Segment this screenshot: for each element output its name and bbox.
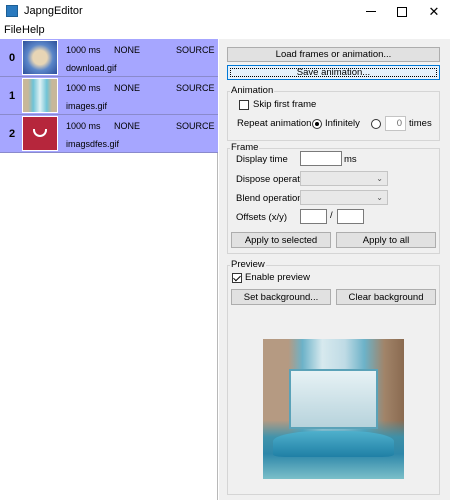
menu-help[interactable]: Help [22, 24, 45, 36]
frame-row[interactable]: 2 1000 ms NONE SOURCE imagsdfes.gif [0, 115, 218, 153]
chevron-down-icon: ⌄ [376, 174, 383, 183]
clear-background-button[interactable]: Clear background [336, 289, 436, 305]
window-title: JapngEditor [24, 5, 83, 17]
repeat-times-input[interactable]: 0 [385, 116, 406, 131]
frame-dispose: NONE [114, 83, 141, 93]
chevron-down-icon: ⌄ [376, 193, 383, 202]
skip-first-frame-checkbox[interactable] [239, 100, 249, 110]
skip-first-frame-label: Skip first frame [253, 99, 317, 110]
frame-filename: imagsdfes.gif [66, 139, 120, 149]
frame-blend: SOURCE [176, 121, 215, 131]
frame-list[interactable]: 0 1000 ms NONE SOURCE download.gif 1 100… [0, 39, 218, 500]
maximize-icon [397, 6, 407, 17]
close-icon: ✕ [428, 3, 440, 19]
offset-x-input[interactable] [300, 209, 327, 224]
frame-filename: download.gif [66, 63, 117, 73]
display-time-input[interactable] [300, 151, 342, 166]
menu-bar: File Help [0, 23, 450, 37]
apply-to-all-button[interactable]: Apply to all [336, 232, 436, 248]
infinitely-radio[interactable] [312, 119, 322, 129]
times-label: times [409, 118, 432, 129]
ms-label: ms [344, 154, 357, 165]
apply-to-selected-button[interactable]: Apply to selected [231, 232, 331, 248]
dispose-operation-select[interactable]: ⌄ [300, 171, 388, 186]
frame-row[interactable]: 0 1000 ms NONE SOURCE download.gif [0, 39, 218, 77]
settings-panel: Load frames or animation... Save animati… [219, 39, 450, 500]
load-frames-button[interactable]: Load frames or animation... [227, 47, 440, 62]
display-time-label: Display time [236, 154, 288, 165]
blend-operation-select[interactable]: ⌄ [300, 190, 388, 205]
title-bar: JapngEditor ✕ [0, 0, 450, 23]
frame-filename: images.gif [66, 101, 108, 111]
frame-blend: SOURCE [176, 83, 215, 93]
sea-urchin-thumbnail [22, 40, 58, 75]
blend-operation-label: Blend operation [236, 193, 303, 204]
preview-group-title: Preview [230, 259, 266, 270]
frame-delay: 1000 ms [66, 83, 101, 93]
frame-dispose: NONE [114, 121, 141, 131]
frame-group-title: Frame [230, 142, 260, 153]
frame-index: 1 [9, 90, 16, 102]
frame-row[interactable]: 1 1000 ms NONE SOURCE images.gif [0, 77, 218, 115]
offsets-label: Offsets (x/y) [236, 212, 288, 223]
animation-group-title: Animation [230, 85, 275, 96]
frame-blend: SOURCE [176, 45, 215, 55]
maximize-button[interactable] [386, 0, 418, 23]
frame-index: 0 [9, 52, 16, 64]
minimize-icon [366, 11, 376, 12]
red-smile-thumbnail [22, 116, 58, 151]
offset-separator: / [330, 210, 333, 221]
ocean-wave-thumbnail [22, 78, 58, 113]
app-icon [6, 5, 18, 17]
offset-y-input[interactable] [337, 209, 364, 224]
preview-wave-shape [273, 431, 394, 457]
preview-portal-shape [289, 369, 378, 429]
save-animation-button[interactable]: Save animation... [227, 65, 440, 80]
animation-preview-image [263, 339, 404, 479]
enable-preview-label: Enable preview [245, 272, 310, 283]
frame-index: 2 [9, 128, 16, 140]
frame-dispose: NONE [114, 45, 141, 55]
frame-delay: 1000 ms [66, 121, 101, 131]
set-background-button[interactable]: Set background... [231, 289, 331, 305]
enable-preview-checkbox[interactable] [232, 273, 242, 283]
close-button[interactable]: ✕ [418, 0, 450, 23]
minimize-button[interactable] [355, 0, 387, 23]
smile-icon [33, 129, 47, 137]
repeat-animation-label: Repeat animation [237, 118, 312, 129]
times-radio[interactable] [371, 119, 381, 129]
frame-delay: 1000 ms [66, 45, 101, 55]
menu-file[interactable]: File [4, 24, 22, 36]
infinitely-label: Infinitely [325, 118, 360, 129]
